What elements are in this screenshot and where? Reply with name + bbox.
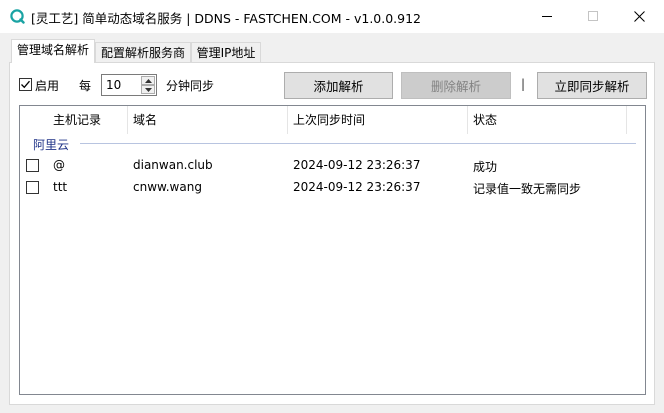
column-header-host[interactable]: 主机记录 — [53, 106, 101, 134]
cell-host: @ — [53, 158, 65, 172]
maximize-icon — [588, 11, 598, 21]
column-divider[interactable] — [626, 106, 627, 134]
interval-unit-label: 分钟同步 — [166, 79, 215, 93]
toolbar-separator: | — [521, 77, 526, 91]
cell-status: 记录值一致无需同步 — [473, 182, 582, 196]
tab-dns-providers[interactable]: 配置解析服务商 — [95, 42, 191, 64]
cell-host: ttt — [53, 180, 68, 194]
maximize-button — [570, 0, 616, 32]
interval-decrement-button[interactable] — [141, 85, 155, 94]
window-title: [灵工艺] 简单动态域名服务 | DDNS - FASTCHEN.COM - v… — [31, 11, 422, 26]
row-checkbox[interactable] — [26, 159, 39, 172]
column-divider[interactable] — [127, 106, 128, 134]
app-logo-icon — [10, 9, 25, 24]
group-divider — [80, 143, 636, 144]
close-button[interactable] — [616, 0, 662, 32]
column-divider[interactable] — [467, 106, 468, 134]
column-header-domain[interactable]: 域名 — [133, 106, 157, 134]
column-divider[interactable] — [287, 106, 288, 134]
every-label: 每 — [79, 79, 92, 93]
minimize-icon — [542, 16, 552, 17]
enable-label: 启用 — [35, 79, 60, 93]
column-header-last-sync[interactable]: 上次同步时间 — [293, 106, 365, 134]
cell-domain: dianwan.club — [133, 158, 213, 172]
chevron-down-icon — [144, 87, 152, 92]
title-bar: [灵工艺] 简单动态域名服务 | DDNS - FASTCHEN.COM - v… — [0, 0, 664, 33]
chevron-up-icon — [144, 78, 152, 83]
row-checkbox[interactable] — [26, 181, 39, 194]
interval-stepper[interactable]: 10 — [101, 74, 157, 96]
add-record-button[interactable]: 添加解析 — [284, 72, 393, 99]
group-header-provider: 阿里云 — [33, 138, 70, 152]
column-header-status[interactable]: 状态 — [473, 106, 497, 134]
checkmark-icon — [21, 80, 30, 89]
cell-domain: cnww.wang — [133, 180, 202, 194]
enable-checkbox[interactable] — [19, 78, 32, 91]
cell-last-sync: 2024-09-12 23:26:37 — [293, 180, 421, 194]
delete-record-button[interactable]: 删除解析 — [401, 72, 511, 99]
minimize-button[interactable] — [524, 0, 570, 32]
sync-now-button[interactable]: 立即同步解析 — [537, 72, 647, 99]
interval-increment-button[interactable] — [141, 76, 155, 85]
tab-manage-domains[interactable]: 管理域名解析 — [11, 39, 95, 63]
tab-manage-ip[interactable]: 管理IP地址 — [191, 42, 261, 64]
interval-value[interactable]: 10 — [106, 78, 121, 92]
close-icon — [633, 10, 645, 22]
records-table[interactable]: 主机记录 域名 上次同步时间 状态 阿里云 @ dianwan.club 202… — [19, 105, 646, 395]
cell-last-sync: 2024-09-12 23:26:37 — [293, 158, 421, 172]
cell-status: 成功 — [473, 160, 498, 174]
